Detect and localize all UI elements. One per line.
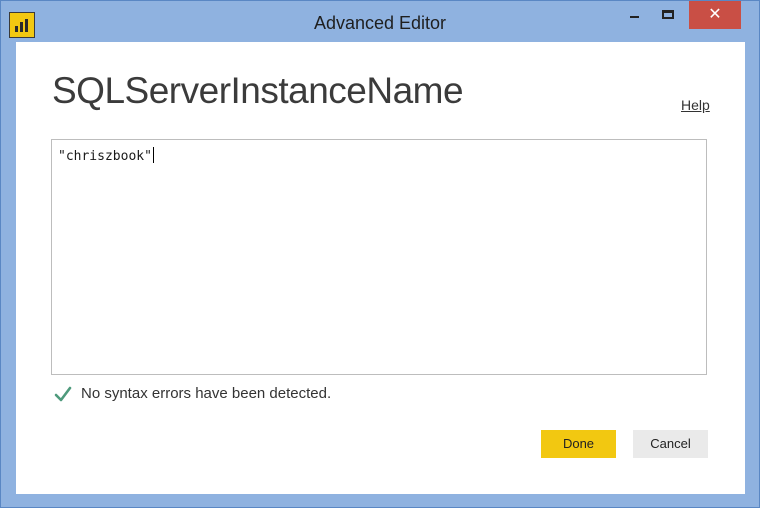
query-text[interactable]: "chriszbook" [58,147,154,164]
maximize-button[interactable] [653,1,683,29]
title-bar[interactable]: Advanced Editor ✕ [1,1,759,41]
dialog-content: SQLServerInstanceName Help "chriszbook" … [16,42,745,494]
page-title: SQLServerInstanceName [52,70,464,111]
text-caret [152,147,154,163]
close-icon: ✕ [708,6,722,23]
advanced-editor-window: Advanced Editor ✕ SQLServerInstanceName … [0,0,760,508]
query-editor[interactable]: "chriszbook" [51,139,707,375]
minimize-icon [630,16,639,18]
maximize-icon [662,10,674,19]
query-content: "chriszbook" [58,149,152,164]
help-link[interactable]: Help [681,97,710,113]
cancel-button[interactable]: Cancel [633,430,708,458]
check-icon [54,386,72,402]
window-bottom-edge [1,494,759,507]
minimize-button[interactable] [621,1,647,29]
done-button[interactable]: Done [541,430,616,458]
status-message: No syntax errors have been detected. [81,385,332,402]
close-button[interactable]: ✕ [689,1,741,29]
